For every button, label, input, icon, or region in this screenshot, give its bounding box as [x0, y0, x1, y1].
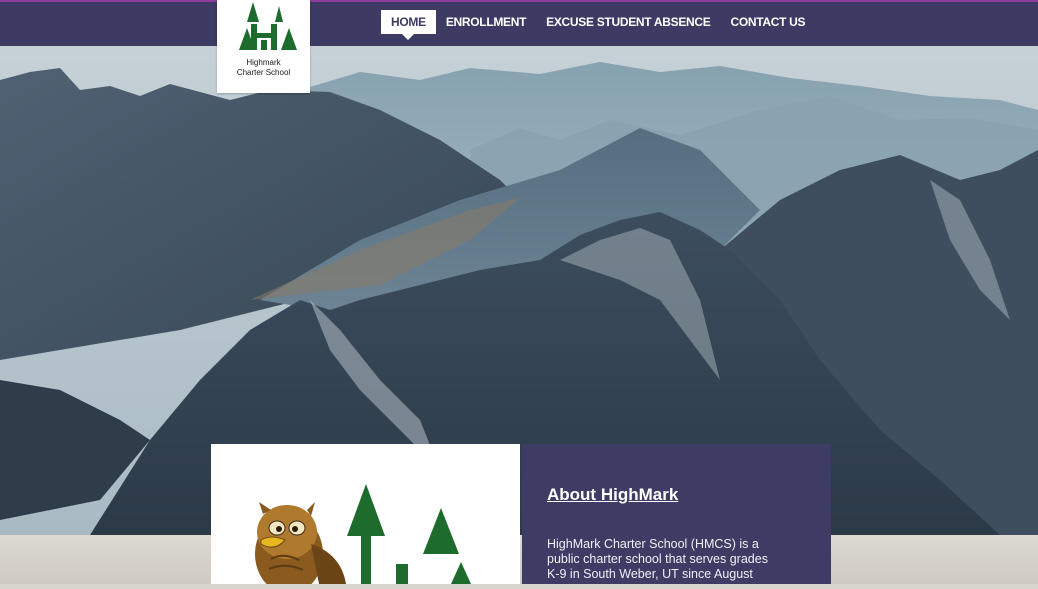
nav-excuse-student-absence[interactable]: EXCUSE STUDENT ABSENCE — [536, 10, 720, 34]
about-body-line-2: public charter school that serves grades — [547, 552, 768, 566]
main-nav: HOME ENROLLMENT EXCUSE STUDENT ABSENCE C… — [381, 10, 815, 40]
nav-home[interactable]: HOME — [381, 10, 436, 40]
top-navigation-bar: HOME ENROLLMENT EXCUSE STUDENT ABSENCE C… — [0, 0, 1038, 46]
school-logo[interactable]: Highmark Charter School — [217, 0, 310, 93]
nav-contact-us[interactable]: CONTACT US — [720, 10, 815, 34]
school-logo-icon — [239, 2, 297, 50]
about-title-link[interactable]: About HighMark — [547, 485, 678, 505]
mascot-panel — [211, 444, 520, 589]
about-panel: About HighMark HighMark Charter School (… — [522, 444, 831, 584]
logo-line-1: Highmark — [246, 58, 281, 67]
nav-enrollment[interactable]: ENROLLMENT — [436, 10, 536, 34]
logo-caption: Highmark Charter School — [217, 58, 310, 78]
about-body-line-3: K-9 in South Weber, UT since August — [547, 567, 753, 581]
tree-logo-icon — [347, 484, 471, 584]
logo-line-2: Charter School — [236, 68, 291, 77]
about-body-line-1: HighMark Charter School (HMCS) is a — [547, 537, 759, 551]
about-body: HighMark Charter School (HMCS) is a publ… — [547, 537, 817, 582]
